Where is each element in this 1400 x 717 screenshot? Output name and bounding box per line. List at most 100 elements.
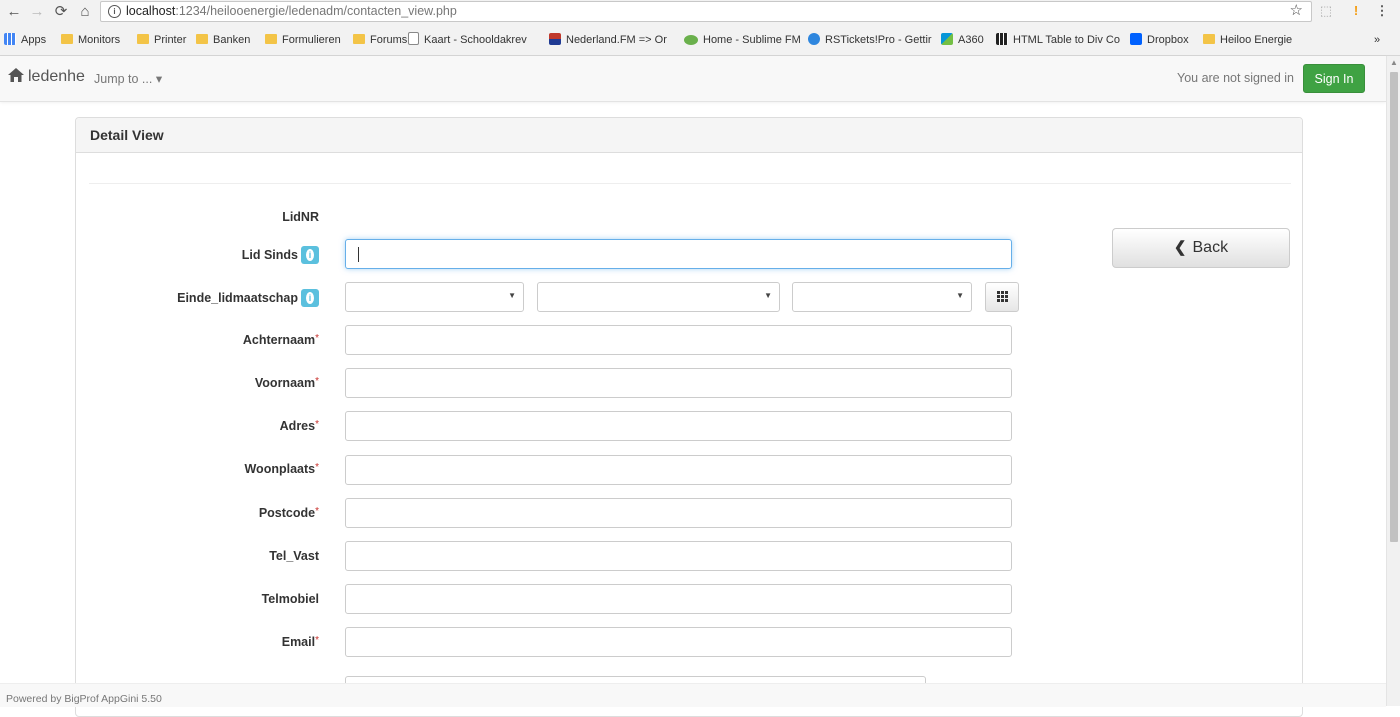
dropbox-icon (1130, 33, 1142, 45)
detail-panel: Detail View LidNR Lid Sinds Einde_lidmaa… (75, 117, 1303, 717)
postcode-input[interactable] (345, 498, 1012, 528)
signin-status: You are not signed in (1177, 71, 1294, 85)
bookmark-label: Printer (154, 34, 187, 46)
bookmark-printer[interactable]: Printer (137, 32, 186, 48)
bookmark-sublime[interactable]: Home - Sublime FM (684, 32, 801, 48)
bookmark-label: RSTickets!Pro - Gettir (825, 34, 932, 46)
app-navbar: ledenhe Jump to ... ▾ You are not signed… (0, 56, 1386, 102)
brand-text: ledenhe (28, 68, 85, 85)
calendar-button[interactable] (985, 282, 1019, 312)
bookmark-label: HTML Table to Div Co (1013, 34, 1120, 46)
field-label-achternaam: Achternaam* (242, 333, 319, 347)
field-label-voornaam: Voornaam* (254, 376, 319, 390)
brand-link[interactable]: ledenhe (8, 68, 85, 86)
voornaam-input[interactable] (345, 368, 1012, 398)
adres-input[interactable] (345, 411, 1012, 441)
calendar-grid-icon (997, 291, 1008, 302)
woonplaats-input[interactable] (345, 455, 1012, 485)
apps-grid-icon (4, 33, 16, 45)
einde-day-select[interactable]: ▼ (345, 282, 524, 312)
telmobiel-input[interactable] (345, 584, 1012, 614)
field-label-einde-lidmaatschap: Einde_lidmaatschap (76, 289, 319, 307)
bookmark-label: Heiloo Energie (1220, 34, 1293, 46)
panel-header: Detail View (76, 118, 1302, 153)
bookmark-label: Formulieren (282, 34, 341, 46)
field-label-adres: Adres* (279, 419, 319, 433)
bookmarks-overflow[interactable]: » (1374, 32, 1380, 48)
einde-year-select[interactable]: ▼ (792, 282, 972, 312)
back-label: Back (1192, 239, 1229, 256)
bookmark-label: Banken (213, 34, 251, 46)
folder-icon (61, 34, 73, 44)
address-row: ← → ⟳ ⌂ i localhost:1234/heilooenergie/l… (0, 0, 1400, 24)
field-label-woonplaats: Woonplaats* (244, 462, 319, 476)
warning-extension-icon[interactable]: ! (1348, 3, 1364, 19)
bookmark-heiloo-energie[interactable]: Heiloo Energie (1203, 32, 1292, 48)
field-label-lid-sinds: Lid Sinds (76, 246, 319, 264)
bookmark-label: A360 (958, 34, 984, 46)
bookmark-label: Home - Sublime FM (703, 34, 801, 46)
back-button[interactable]: ❮ Back (1112, 228, 1290, 268)
home-icon (8, 68, 24, 82)
bookmark-label: Kaart - Schooldakrev (424, 34, 527, 46)
folder-icon (196, 34, 208, 44)
bookmark-banken[interactable]: Banken (196, 32, 250, 48)
bookmark-monitors[interactable]: Monitors (61, 32, 120, 48)
bookmark-label: Nederland.FM => Or (566, 34, 667, 46)
jump-to-dropdown[interactable]: Jump to ... ▾ (94, 71, 162, 86)
panel-title: Detail View (90, 127, 164, 143)
bookmark-nederland-fm[interactable]: Nederland.FM => Or (549, 32, 667, 48)
bookmark-forums[interactable]: Forums (353, 32, 407, 48)
folder-icon (265, 34, 277, 44)
tel-vast-input[interactable] (345, 541, 1012, 571)
scroll-up-icon[interactable]: ▲ (1390, 58, 1398, 67)
page-icon (408, 32, 419, 45)
menu-kebab-icon[interactable]: ⋮ (1374, 3, 1390, 19)
folder-icon (353, 34, 365, 44)
footer: Powered by BigProf AppGini 5.50 (0, 683, 1386, 707)
info-icon[interactable] (301, 246, 319, 264)
rs-icon (808, 33, 820, 45)
bookmark-label: Monitors (78, 34, 121, 46)
fm-icon (549, 33, 561, 45)
info-icon[interactable] (301, 289, 319, 307)
bookmark-label: Forums (370, 34, 408, 46)
caret-down-icon: ▼ (764, 291, 772, 300)
home-icon[interactable]: ⌂ (75, 2, 95, 22)
grid-icon (996, 33, 1008, 45)
browser-chrome: ← → ⟳ ⌂ i localhost:1234/heilooenergie/l… (0, 0, 1400, 56)
bookmark-formulieren[interactable]: Formulieren (265, 32, 341, 48)
field-label-telmobiel: Telmobiel (261, 592, 319, 606)
back-arrow-icon[interactable]: ← (4, 2, 24, 22)
folder-icon (1203, 34, 1215, 44)
scroll-thumb[interactable] (1390, 72, 1398, 542)
bookmark-dropbox[interactable]: Dropbox (1130, 32, 1189, 48)
a360-icon (941, 33, 953, 45)
lid-sinds-input[interactable] (345, 239, 1012, 269)
bookmark-kaart[interactable]: Kaart - Schooldakrev (408, 32, 527, 48)
caret-down-icon: ▼ (956, 291, 964, 300)
forward-arrow-icon[interactable]: → (27, 2, 47, 22)
field-label-tel-vast: Tel_Vast (269, 549, 319, 563)
address-bar[interactable]: i localhost:1234/heilooenergie/ledenadm/… (100, 1, 1312, 22)
field-label-email: Email* (281, 635, 319, 649)
divider (89, 183, 1291, 184)
bookmark-star-icon[interactable]: ☆ (1290, 1, 1303, 19)
text-caret (358, 247, 359, 262)
powered-by-text: Powered by BigProf AppGini 5.50 (6, 693, 162, 705)
bookmark-rstickets[interactable]: RSTickets!Pro - Gettir (808, 32, 932, 48)
sublime-icon (684, 35, 698, 45)
page-scrollbar[interactable]: ▲ (1386, 56, 1400, 706)
einde-month-select[interactable]: ▼ (537, 282, 780, 312)
sign-in-button[interactable]: Sign In (1303, 64, 1365, 93)
info-icon[interactable]: i (108, 5, 121, 18)
chevron-left-icon: ❮ (1173, 239, 1187, 256)
bookmark-apps[interactable]: Apps (4, 32, 46, 48)
email-input[interactable] (345, 627, 1012, 657)
field-label-postcode: Postcode* (258, 506, 319, 520)
bookmark-a360[interactable]: A360 (941, 32, 984, 48)
bookmark-html-table[interactable]: HTML Table to Div Co (996, 32, 1120, 48)
achternaam-input[interactable] (345, 325, 1012, 355)
reload-icon[interactable]: ⟳ (51, 2, 71, 22)
pdf-extension-icon[interactable]: ⬚ (1318, 3, 1334, 19)
